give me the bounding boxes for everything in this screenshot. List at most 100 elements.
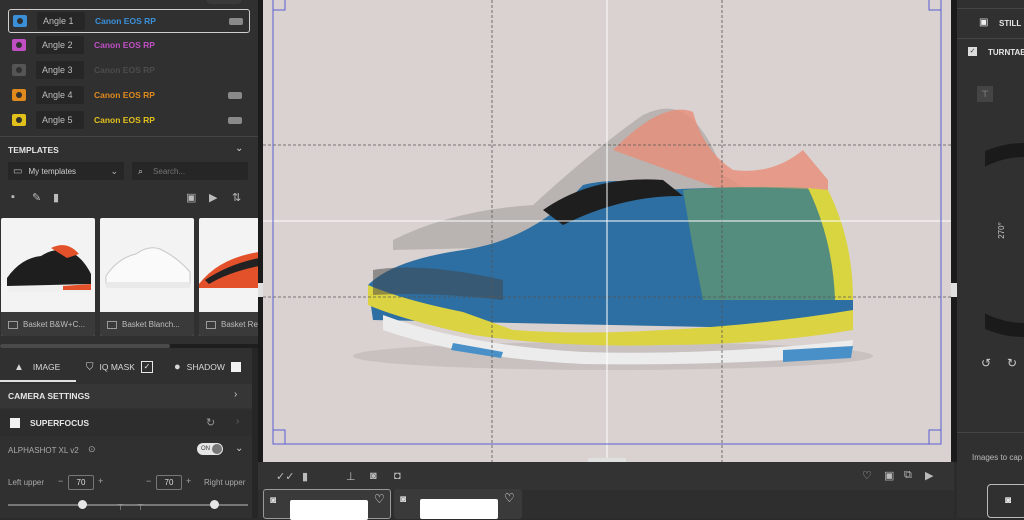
pin-icon[interactable]: ⊥ [346,470,356,483]
camera-settings-label: CAMERA SETTINGS [8,391,90,401]
image-icon[interactable]: ▣ [186,191,196,204]
shadow-icon: ● [174,361,181,373]
image-icon: ▲ [14,361,24,373]
chevron-down-icon[interactable]: ⌄ [235,443,243,454]
angle-name-field[interactable]: Angle 5 [36,111,84,129]
plus-icon[interactable]: + [98,476,103,486]
shoe-white-image [105,247,191,288]
toggle-label: ON [201,446,210,452]
angle-row[interactable]: Angle 5 Canon EOS RP [8,109,248,131]
template-folder-select[interactable]: ▭ My templates ⌄ [8,162,124,180]
template-thumb-2[interactable]: Basket Blanch... [100,218,194,336]
capture-thumb-2[interactable]: ◙ ♡ [394,489,522,519]
superfocus-row: SUPERFOCUS ↻ › [0,410,252,436]
edit-icon[interactable]: ✎ [32,191,41,204]
turntable-label[interactable]: TURNTAB [988,48,1024,57]
capture-bar: ✓✓ ▮ ⊥ ◙ ◘ ♡ ▣ ⧉ ▶ ◙ ♡ ◙ ♡ [258,462,954,520]
sort-icon[interactable]: ⇅ [232,191,241,204]
angle-toggle[interactable] [229,17,243,25]
angle-name-field[interactable]: Angle 3 [36,61,84,79]
camera-settings-row[interactable]: CAMERA SETTINGS › [0,384,252,408]
angle-row[interactable]: Angle 1 Canon EOS RP [8,9,250,33]
camera-model-label: Canon EOS RP [94,90,155,100]
template-search[interactable]: ⌕ [132,162,248,180]
lock-icon[interactable]: ⊤ [137,503,144,512]
camera-icon [12,39,26,51]
search-icon: ⌕ [138,165,144,176]
camera-icon [12,114,26,126]
tab-shadow-label: SHADOW [186,362,225,372]
minus-icon[interactable]: − [146,476,151,486]
angle-row[interactable]: Angle 2 Canon EOS RP [8,34,248,56]
slider-handle-left[interactable] [78,500,87,509]
camera-icon: ◙ [270,495,277,506]
angle-name-field[interactable]: Angle 4 [36,86,84,104]
templates-title: TEMPLATES [8,145,59,155]
camera-model-label: Canon EOS RP [94,115,155,125]
divider [0,136,258,137]
angle-name-field[interactable]: Angle 1 [37,12,85,30]
images-to-capture-label: Images to cap [972,453,1023,462]
capture-button[interactable]: ◙ [987,484,1024,518]
play-icon[interactable]: ▶ [209,191,217,204]
alphashot-toggle[interactable]: ON [197,443,223,455]
angle-row[interactable]: Angle 3 Canon EOS RP [8,59,248,81]
rotate-right-icon[interactable]: ↻ [1007,356,1017,370]
angle-name-field[interactable]: Angle 2 [36,36,84,54]
image-icon[interactable]: ▣ [884,469,894,482]
slider-handle-right[interactable] [210,500,219,509]
capture-preview [420,499,498,519]
iq-mask-checkbox[interactable]: ✓ [140,361,153,373]
camera-viewport[interactable] [263,0,951,462]
capture-thumb-1[interactable]: ◙ ♡ [263,489,391,520]
angle-toggle[interactable] [228,91,242,99]
heart-icon[interactable]: ♡ [504,491,515,505]
plus-icon[interactable]: + [186,476,191,486]
tab-shadow[interactable]: ● SHADOW [174,352,241,382]
heart-icon[interactable]: ♡ [862,469,872,482]
play-icon[interactable]: ▶ [925,469,933,482]
minus-icon[interactable]: − [58,476,63,486]
chevron-down-icon: ⌄ [110,165,118,176]
thumb-scrollbar[interactable] [0,344,258,348]
shadow-checkbox[interactable] [230,362,241,372]
turntable-dial[interactable] [985,140,1024,340]
camera-icon [13,15,27,27]
still-label[interactable]: STILL [999,19,1021,28]
chevron-right-icon: › [236,416,240,427]
refresh-icon[interactable]: ↻ [206,416,215,429]
top-partial-control[interactable] [206,0,242,4]
check-all-icon[interactable]: ✓✓ [276,470,294,483]
left-panel: Angle 1 Canon EOS RP Angle 2 Canon EOS RP An… [0,0,258,518]
angle-row[interactable]: Angle 4 Canon EOS RP [8,84,248,106]
save-icon[interactable]: ▪ [11,191,15,203]
camera-icon: ◙ [1005,495,1012,506]
trash-icon[interactable]: ▮ [302,470,308,483]
turntable-checkbox[interactable]: ✓ [968,47,977,56]
template-thumb-3[interactable]: Basket Re [199,218,258,336]
camera-outline-icon[interactable]: ◘ [394,470,401,482]
template-name: Basket Re [199,312,258,336]
turntable-icon[interactable]: ⊤ [977,86,993,102]
template-thumb-1[interactable]: Basket B&W+C... [1,218,95,336]
camera-icon[interactable]: ◙ [370,470,377,482]
shoe-black-red-image [7,245,91,292]
tab-image[interactable]: ▲ IMAGE [14,352,60,382]
capture-preview [290,500,368,520]
chevron-down-icon[interactable]: ⌄ [235,143,243,154]
trash-icon[interactable]: ▮ [53,191,59,204]
search-input[interactable] [151,165,246,177]
rotate-left-icon[interactable]: ↺ [981,356,991,370]
tab-iq-mask[interactable]: ⛉ IQ MASK ✓ [86,352,153,382]
right-upper-input[interactable]: 70 [156,475,182,490]
right-panel: ▣ STILL ✓ TURNTAB ⊤ 270° ↺ ↻ Images to c… [957,0,1024,518]
superfocus-checkbox[interactable] [10,418,20,428]
heart-icon[interactable]: ♡ [374,492,385,506]
left-upper-input[interactable]: 70 [68,475,94,490]
crop-icon[interactable]: ⧉ [904,469,912,482]
capture-toolbar [258,462,954,490]
lock-icon[interactable]: ⊤ [117,503,124,512]
alphashot-label: ALPHASHOT XL v2 [8,446,79,455]
info-icon[interactable]: ⊙ [88,444,96,455]
angle-toggle[interactable] [228,116,242,124]
